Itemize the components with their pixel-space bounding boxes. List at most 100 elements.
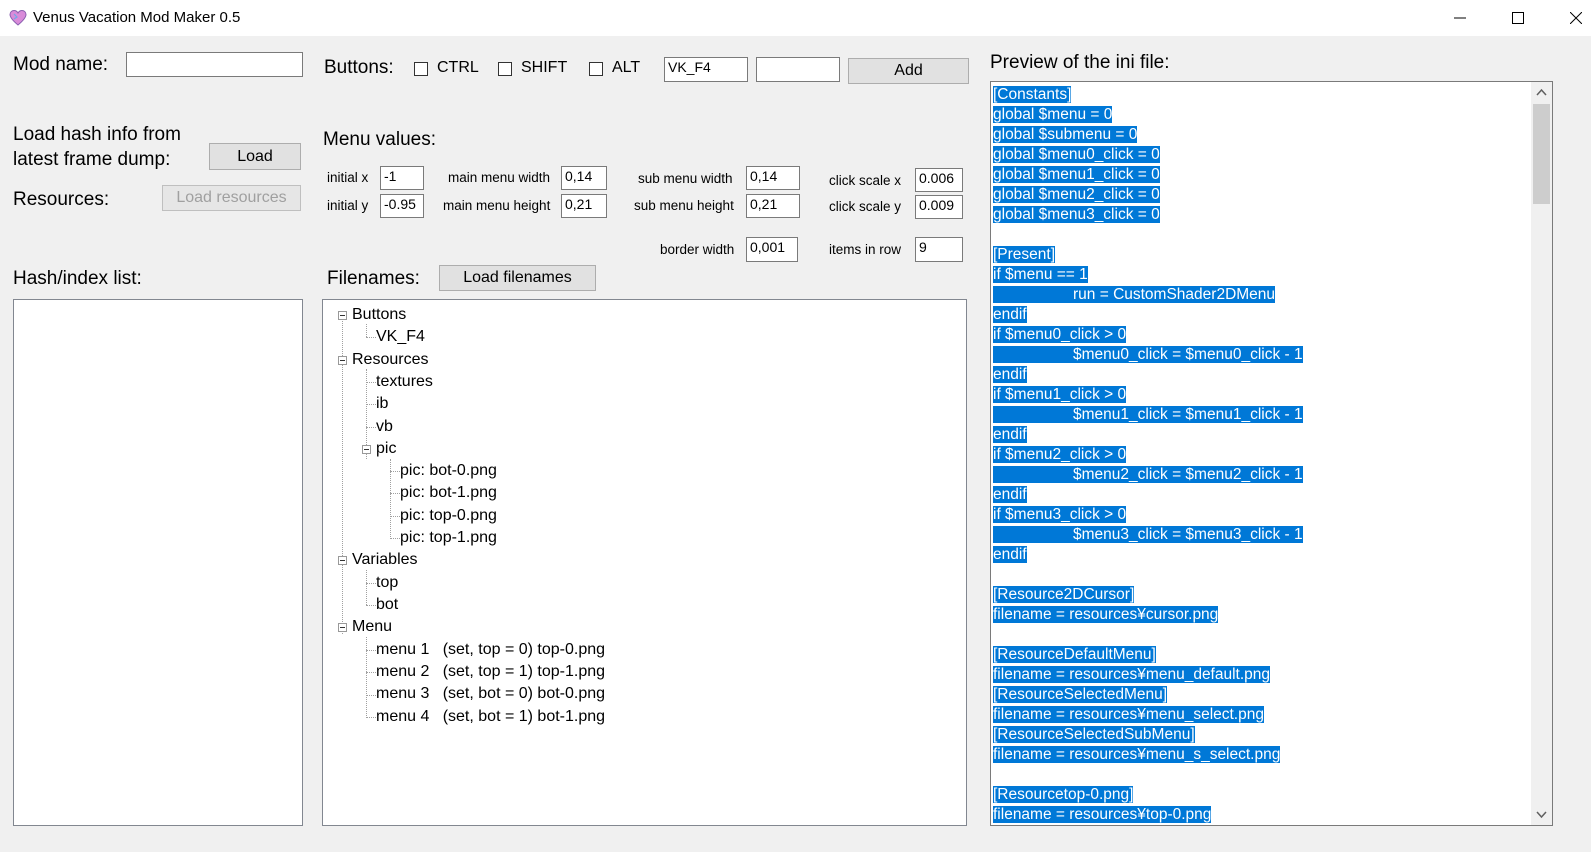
preview-line: global $menu3_click = 0 <box>993 206 1160 223</box>
tree-node-ib[interactable]: ib <box>376 393 388 415</box>
preview-line: [Resource2DCursor] <box>993 586 1135 603</box>
tree-line <box>366 382 376 383</box>
initial-x-label: initial x <box>327 170 369 185</box>
click-scale-y-input[interactable]: 0.009 <box>915 195 963 219</box>
items-in-row-label: items in row <box>829 242 902 257</box>
collapse-icon[interactable] <box>362 445 371 454</box>
load-button[interactable]: Load <box>209 143 301 170</box>
main-menu-width-label: main menu width <box>448 170 551 185</box>
tree-line <box>366 583 376 584</box>
add-button[interactable]: Add <box>848 58 969 84</box>
tree-line <box>390 538 400 539</box>
tree-line <box>390 471 400 472</box>
scroll-up-icon[interactable] <box>1536 88 1547 96</box>
load-hash-label-1: Load hash info from <box>13 124 181 145</box>
tree-node-textures[interactable]: textures <box>376 371 433 393</box>
sub-menu-width-label: sub menu width <box>638 171 733 186</box>
alt-label: ALT <box>612 59 641 76</box>
collapse-icon[interactable] <box>338 311 347 320</box>
preview-line: if $menu0_click > 0 <box>993 326 1127 343</box>
tree-node-vk-f4[interactable]: VK_F4 <box>376 326 425 348</box>
preview-line: filename = resources¥menu_select.png <box>993 706 1264 723</box>
preview-line: if $menu3_click > 0 <box>993 506 1127 523</box>
tree-node-var-top[interactable]: top <box>376 572 398 594</box>
preview-line: $menu3_click = $menu3_click - 1 <box>993 526 1303 543</box>
preview-line: global $menu = 0 <box>993 106 1113 123</box>
tree-node-menu[interactable]: Menu <box>352 616 392 638</box>
preview-line: filename = resources¥top-0.png <box>993 806 1212 823</box>
preview-line: endif <box>993 546 1027 563</box>
preview-line: global $menu2_click = 0 <box>993 186 1160 203</box>
tree-node-pic-top0[interactable]: pic: top-0.png <box>400 505 497 527</box>
tree-line <box>366 672 376 673</box>
ini-preview-textarea[interactable]: [Constants] global $menu = 0 global $sub… <box>990 81 1553 826</box>
preview-line: global $submenu = 0 <box>993 126 1138 143</box>
tree-node-menu2[interactable]: menu 2 (set, top = 1) top-1.png <box>376 661 605 683</box>
border-width-input[interactable]: 0,001 <box>746 237 798 262</box>
ctrl-checkbox[interactable] <box>414 62 428 76</box>
load-filenames-button[interactable]: Load filenames <box>439 265 596 291</box>
minimize-button[interactable] <box>1431 0 1489 36</box>
tree-node-variables[interactable]: Variables <box>352 549 418 571</box>
initial-y-input[interactable]: -0.95 <box>380 194 424 218</box>
load-resources-button[interactable]: Load resources <box>162 185 301 211</box>
tree-node-pic-bot0[interactable]: pic: bot-0.png <box>400 460 497 482</box>
scroll-down-icon[interactable] <box>1536 811 1547 819</box>
preview-line: global $menu1_click = 0 <box>993 166 1160 183</box>
mod-name-input[interactable] <box>126 52 303 77</box>
preview-line: global $menu0_click = 0 <box>993 146 1160 163</box>
sub-menu-height-input[interactable]: 0,21 <box>746 194 800 218</box>
tree-line <box>366 427 376 428</box>
scrollbar-thumb[interactable] <box>1533 104 1550 204</box>
shift-checkbox[interactable] <box>498 62 512 76</box>
sub-menu-width-input[interactable]: 0,14 <box>746 166 800 190</box>
preview-line: $menu1_click = $menu1_click - 1 <box>993 406 1303 423</box>
initial-x-input[interactable]: -1 <box>380 166 424 190</box>
filenames-label: Filenames: <box>327 268 420 289</box>
tree-node-menu3[interactable]: menu 3 (set, bot = 0) bot-0.png <box>376 683 605 705</box>
preview-scrollbar[interactable] <box>1531 82 1552 825</box>
maximize-button[interactable] <box>1489 0 1547 36</box>
items-in-row-input[interactable]: 9 <box>915 237 963 262</box>
tree-node-pic-top1[interactable]: pic: top-1.png <box>400 527 497 549</box>
tree-node-menu1[interactable]: menu 1 (set, top = 0) top-0.png <box>376 639 605 661</box>
collapse-icon[interactable] <box>338 556 347 565</box>
preview-line: [ResourceDefaultMenu] <box>993 646 1156 663</box>
close-button[interactable] <box>1547 0 1591 36</box>
filenames-tree[interactable]: Buttons VK_F4 Resources textures ib vb p… <box>322 299 967 826</box>
tree-node-buttons[interactable]: Buttons <box>352 304 406 326</box>
preview-line: filename = resources¥cursor.png <box>993 606 1219 623</box>
preview-line: run = CustomShader2DMenu <box>993 286 1276 303</box>
tree-node-menu4[interactable]: menu 4 (set, bot = 1) bot-1.png <box>376 706 605 728</box>
main-menu-width-input[interactable]: 0,14 <box>561 166 607 190</box>
load-hash-label-2: latest frame dump: <box>13 149 171 170</box>
tree-line <box>366 695 376 696</box>
collapse-icon[interactable] <box>338 623 347 632</box>
main-menu-height-input[interactable]: 0,21 <box>561 194 607 218</box>
preview-line: endif <box>993 366 1027 383</box>
window-title: Venus Vacation Mod Maker 0.5 <box>33 9 241 26</box>
click-scale-y-label: click scale y <box>829 199 902 214</box>
collapse-icon[interactable] <box>338 356 347 365</box>
tree-node-var-bot[interactable]: bot <box>376 594 398 616</box>
preview-line: $menu2_click = $menu2_click - 1 <box>993 466 1303 483</box>
extra-key-input[interactable] <box>756 57 840 82</box>
tree-node-resources[interactable]: Resources <box>352 349 428 371</box>
tree-node-vb[interactable]: vb <box>376 416 393 438</box>
preview-line: if $menu2_click > 0 <box>993 446 1127 463</box>
click-scale-x-input[interactable]: 0.006 <box>915 168 963 192</box>
preview-line: filename = resources¥menu_default.png <box>993 666 1271 683</box>
tree-node-pic[interactable]: pic <box>376 438 396 460</box>
tree-line <box>390 516 400 517</box>
tree-line <box>366 605 376 606</box>
preview-line: if $menu == 1 <box>993 266 1088 283</box>
close-icon <box>1570 12 1582 24</box>
hash-index-listbox[interactable] <box>13 299 303 826</box>
preview-line: $menu0_click = $menu0_click - 1 <box>993 346 1303 363</box>
key-input[interactable]: VK_F4 <box>664 57 748 82</box>
tree-node-pic-bot1[interactable]: pic: bot-1.png <box>400 482 497 504</box>
preview-line: endif <box>993 426 1027 443</box>
click-scale-x-label: click scale x <box>829 173 902 188</box>
resources-label: Resources: <box>13 189 110 210</box>
alt-checkbox[interactable] <box>589 62 603 76</box>
